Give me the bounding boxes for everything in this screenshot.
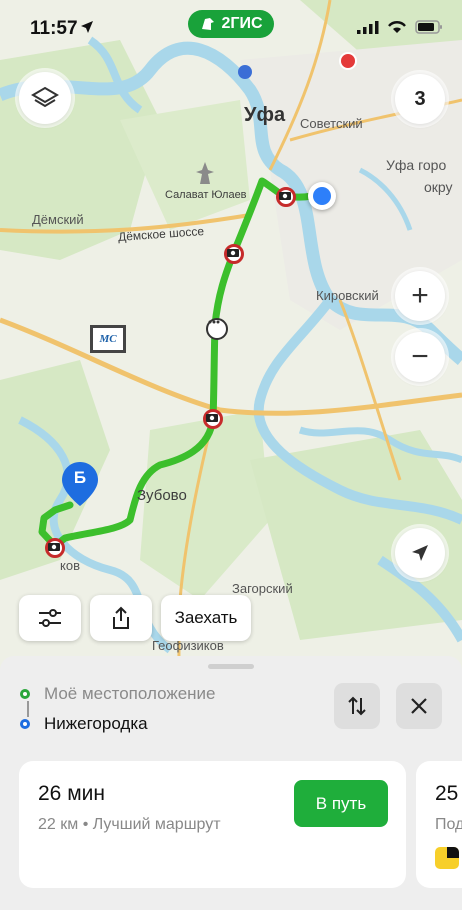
route-alt-summary: Под bbox=[435, 816, 462, 833]
map-label-sovetsky: Советский bbox=[300, 116, 363, 131]
system-icons bbox=[357, 20, 443, 34]
share-icon bbox=[113, 606, 129, 629]
layers-icon bbox=[31, 86, 59, 108]
zoom-in-icon: + bbox=[411, 279, 429, 312]
sheet-grabber[interactable] bbox=[208, 664, 254, 669]
route-point-from-label: Моё местоположение bbox=[44, 684, 216, 703]
map-label-zubovo: Зубово bbox=[137, 487, 187, 504]
map-label-okrug-1: Уфа горо bbox=[386, 157, 447, 173]
zoom-in-button[interactable]: + bbox=[395, 271, 445, 321]
stop-by-label: Заехать bbox=[174, 608, 238, 627]
speed-camera-icon[interactable] bbox=[276, 187, 296, 207]
share-button[interactable] bbox=[90, 595, 152, 641]
zoom-out-button[interactable]: − bbox=[395, 332, 445, 382]
layers-counter: 3 bbox=[414, 87, 426, 110]
metro-icon[interactable] bbox=[238, 65, 252, 79]
swap-points-button[interactable] bbox=[334, 683, 380, 729]
battery-icon bbox=[415, 20, 442, 34]
map-label-salavat: Салават Юлаев bbox=[165, 189, 247, 201]
map-label-city: Уфа bbox=[244, 104, 286, 126]
status-bar: 11:57 2ГИС bbox=[0, 0, 462, 58]
route-alt-duration: 25 bbox=[435, 782, 459, 805]
billboard-label: MC bbox=[99, 333, 117, 345]
route-summary: 22 км • Лучший маршрут bbox=[38, 816, 221, 833]
map-label-okrug-2: окру bbox=[424, 179, 453, 195]
destination-marker-label: Б bbox=[73, 468, 87, 487]
start-route-button[interactable]: В путь bbox=[294, 780, 388, 827]
navigation-arrow-icon bbox=[412, 545, 428, 561]
status-time: 11:57 bbox=[30, 18, 78, 39]
speed-camera-icon[interactable] bbox=[45, 538, 65, 558]
map-label-kov: ков bbox=[60, 558, 80, 573]
user-location-marker bbox=[308, 182, 336, 210]
settings-sliders-icon bbox=[39, 609, 61, 627]
my-location-button[interactable] bbox=[395, 528, 445, 578]
stop-by-button[interactable]: Заехать bbox=[161, 595, 251, 641]
road-event-icon[interactable] bbox=[206, 318, 228, 340]
location-arrow-icon bbox=[80, 20, 94, 39]
layers-button[interactable] bbox=[19, 72, 71, 124]
map-label-zagorsky: Загорский bbox=[232, 581, 293, 596]
brand-dog-icon bbox=[202, 18, 215, 30]
speed-camera-icon[interactable] bbox=[203, 409, 223, 429]
speed-camera-icon[interactable] bbox=[224, 244, 244, 264]
signal-icon bbox=[357, 20, 379, 34]
layers-counter-button[interactable]: 3 bbox=[395, 74, 445, 124]
route-card[interactable]: 26 мин 22 км • Лучший маршрут В путь bbox=[19, 761, 406, 888]
billboard-icon[interactable]: MC bbox=[90, 325, 126, 353]
close-icon bbox=[411, 698, 427, 714]
zoom-out-icon: − bbox=[411, 340, 429, 373]
from-dot-icon bbox=[20, 689, 30, 699]
to-dot-icon bbox=[20, 719, 30, 729]
route-point-from[interactable]: Моё местоположение bbox=[20, 684, 216, 704]
wifi-icon bbox=[388, 21, 406, 33]
close-route-button[interactable] bbox=[396, 683, 442, 729]
brand-logo-text: 2ГИС bbox=[221, 15, 263, 32]
route-settings-button[interactable] bbox=[19, 595, 81, 641]
route-point-to-label: Нижегородка bbox=[44, 714, 148, 733]
route-card-alt[interactable]: 25 Под bbox=[416, 761, 462, 888]
map-label-kirovsky: Кировский bbox=[316, 288, 379, 303]
taxi-logo-icon bbox=[435, 847, 459, 869]
route-duration: 26 мин bbox=[38, 782, 105, 805]
map-label-demsky: Дёмский bbox=[32, 212, 84, 227]
swap-arrows-icon bbox=[348, 696, 366, 716]
brand-logo: 2ГИС bbox=[188, 10, 274, 38]
route-point-to[interactable]: Нижегородка bbox=[20, 714, 148, 734]
